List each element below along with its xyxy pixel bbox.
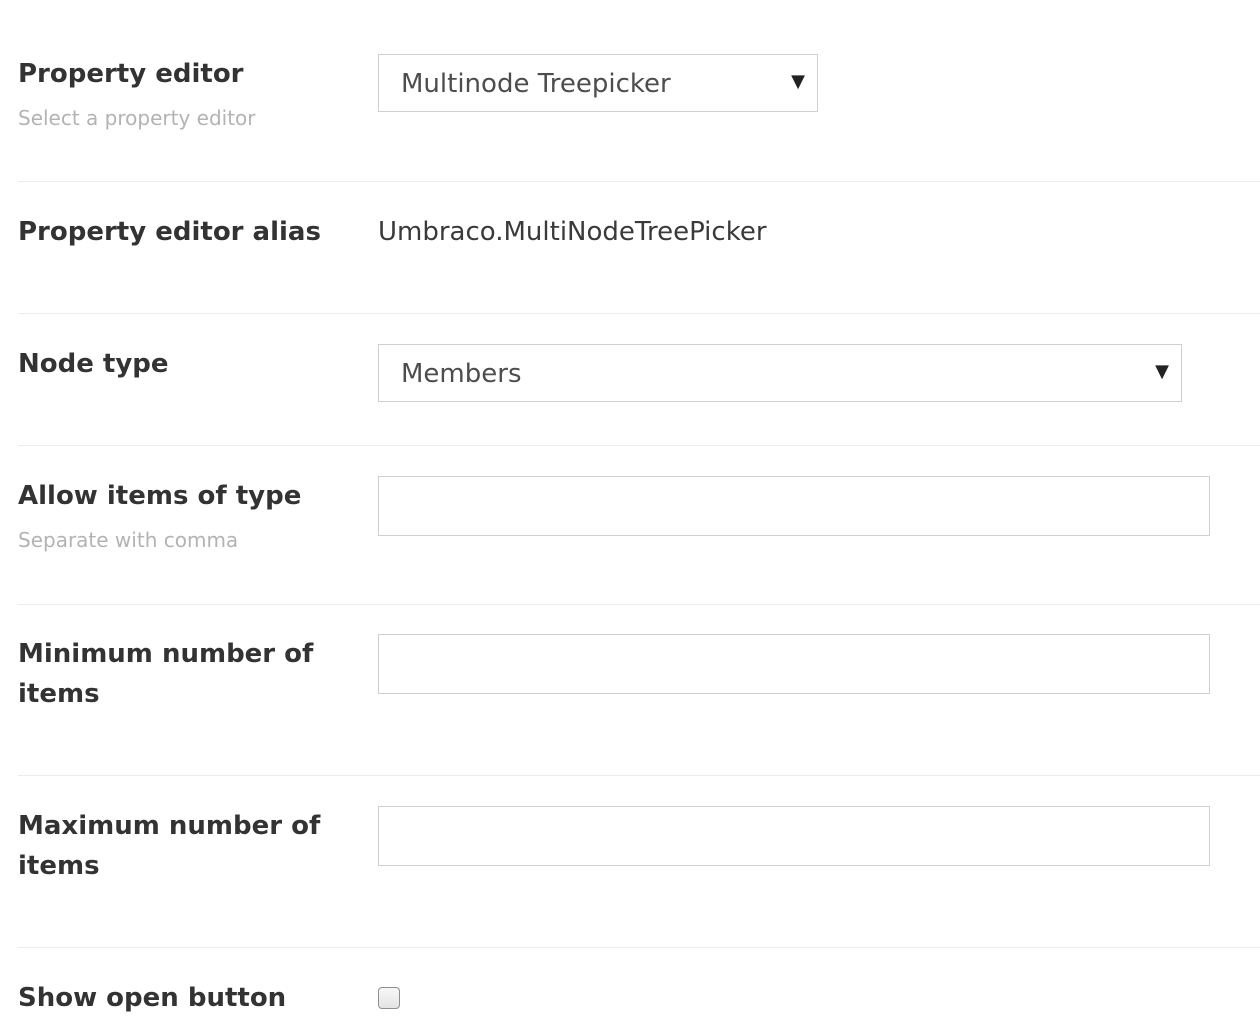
chevron-down-icon: ▼: [791, 71, 805, 92]
minimum-items-input[interactable]: [378, 634, 1210, 694]
show-open-button-checkbox[interactable]: [378, 987, 400, 1009]
allow-items-of-type-input[interactable]: [378, 476, 1210, 536]
maximum-items-row: Maximum number of items: [18, 775, 1260, 948]
allow-items-of-type-description: Separate with comma: [18, 528, 239, 552]
property-editor-description: Select a property editor: [18, 106, 256, 130]
property-editor-row: Property editor Select a property editor…: [18, 0, 1260, 182]
node-type-selected-value: Members: [401, 359, 522, 389]
allow-items-of-type-row: Allow items of type Separate with comma: [18, 445, 1260, 605]
node-type-label: Node type: [18, 349, 169, 379]
maximum-items-label: Maximum number of items: [18, 811, 321, 881]
property-editor-alias-label: Property editor alias: [18, 217, 321, 247]
node-type-select[interactable]: Members ▼: [378, 344, 1182, 402]
minimum-items-row: Minimum number of items: [18, 604, 1260, 776]
allow-items-of-type-label: Allow items of type: [18, 481, 302, 511]
property-editor-alias-value: Umbraco.MultiNodeTreePicker: [378, 217, 767, 247]
property-editor-alias-row: Property editor alias Umbraco.MultiNodeT…: [18, 181, 1260, 314]
maximum-items-input[interactable]: [378, 806, 1210, 866]
show-open-button-row: Show open button: [18, 947, 1260, 1027]
property-editor-label: Property editor: [18, 59, 244, 89]
node-type-row: Node type Members ▼: [18, 313, 1260, 446]
property-editor-selected-value: Multinode Treepicker: [401, 69, 671, 99]
show-open-button-label: Show open button: [18, 983, 287, 1013]
chevron-down-icon: ▼: [1155, 361, 1169, 382]
minimum-items-label: Minimum number of items: [18, 639, 314, 709]
property-editor-select[interactable]: Multinode Treepicker ▼: [378, 54, 818, 112]
